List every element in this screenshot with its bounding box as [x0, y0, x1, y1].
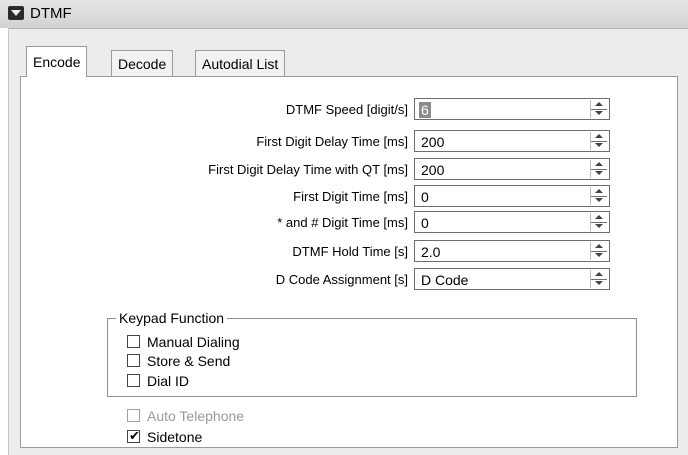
window-menu-icon[interactable] — [8, 6, 24, 20]
sidetone-check-icon: ✔ — [129, 428, 140, 443]
dtmf-hold-time-label: DTMF Hold Time [s] — [292, 244, 408, 259]
star-hash-digit-time-label: * and # Digit Time [ms] — [277, 215, 408, 230]
decrement-arrow-icon[interactable] — [591, 222, 607, 231]
dtmf-hold-time-value[interactable]: 2.0 — [421, 244, 440, 260]
decrement-arrow-icon[interactable] — [591, 169, 607, 178]
spin-buttons — [590, 270, 607, 288]
dial-id-checkbox[interactable] — [127, 374, 140, 387]
first-digit-time-label: First Digit Time [ms] — [293, 189, 408, 204]
decrement-arrow-icon[interactable] — [591, 141, 607, 150]
decrement-arrow-icon[interactable] — [591, 109, 607, 118]
title-bar: DTMF — [0, 0, 688, 29]
decrement-arrow-icon[interactable] — [591, 196, 607, 205]
sidetone-label[interactable]: Sidetone — [147, 429, 202, 445]
tab-autodial-list[interactable]: Autodial List — [195, 50, 286, 76]
store-send-checkbox[interactable] — [127, 354, 140, 367]
auto-telephone-label[interactable]: Auto Telephone — [147, 408, 244, 424]
dtmf-speed-spinbox[interactable]: 6 — [414, 98, 610, 120]
d-code-assignment-spinbox[interactable]: D Code — [414, 268, 610, 290]
store-send-label[interactable]: Store & Send — [147, 353, 230, 369]
dtmf-hold-time-spinbox[interactable]: 2.0 — [414, 240, 610, 262]
tab-decode[interactable]: Decode — [111, 50, 174, 76]
dtmf-speed-value[interactable]: 6 — [419, 102, 431, 118]
manual-dialing-label[interactable]: Manual Dialing — [147, 334, 240, 350]
spin-buttons — [590, 213, 607, 231]
spin-buttons — [590, 132, 607, 150]
star-hash-digit-time-value[interactable]: 0 — [421, 215, 429, 231]
left-edge — [0, 28, 9, 455]
sidetone-checkbox[interactable]: ✔ — [127, 428, 140, 443]
manual-dialing-checkbox[interactable] — [127, 335, 140, 348]
auto-telephone-checkbox[interactable] — [127, 409, 140, 422]
tab-encode[interactable]: Encode — [26, 46, 88, 77]
decrement-arrow-icon[interactable] — [591, 251, 607, 260]
window-title: DTMF — [30, 5, 72, 22]
first-digit-delay-value[interactable]: 200 — [421, 134, 444, 150]
spin-buttons — [590, 242, 607, 260]
spin-buttons — [590, 100, 607, 118]
keypad-function-title: Keypad Function — [116, 310, 228, 326]
spin-buttons — [590, 160, 607, 178]
first-digit-delay-qt-label: First Digit Delay Time with QT [ms] — [208, 162, 408, 177]
dtmf-window: DTMF Encode Decode Autodial List DTMF Sp… — [0, 0, 688, 455]
first-digit-delay-qt-spinbox[interactable]: 200 — [414, 158, 610, 180]
decrement-arrow-icon[interactable] — [591, 279, 607, 288]
first-digit-time-value[interactable]: 0 — [421, 189, 429, 205]
d-code-assignment-value[interactable]: D Code — [421, 272, 468, 288]
spin-buttons — [590, 187, 607, 205]
dtmf-speed-label: DTMF Speed [digit/s] — [285, 102, 408, 117]
d-code-assignment-label: D Code Assignment [s] — [275, 272, 408, 287]
dial-id-label[interactable]: Dial ID — [147, 373, 189, 389]
first-digit-delay-spinbox[interactable]: 200 — [414, 130, 610, 152]
first-digit-time-spinbox[interactable]: 0 — [414, 185, 610, 207]
first-digit-delay-label: First Digit Delay Time [ms] — [256, 134, 408, 149]
star-hash-digit-time-spinbox[interactable]: 0 — [414, 211, 610, 233]
first-digit-delay-qt-value[interactable]: 200 — [421, 162, 444, 178]
